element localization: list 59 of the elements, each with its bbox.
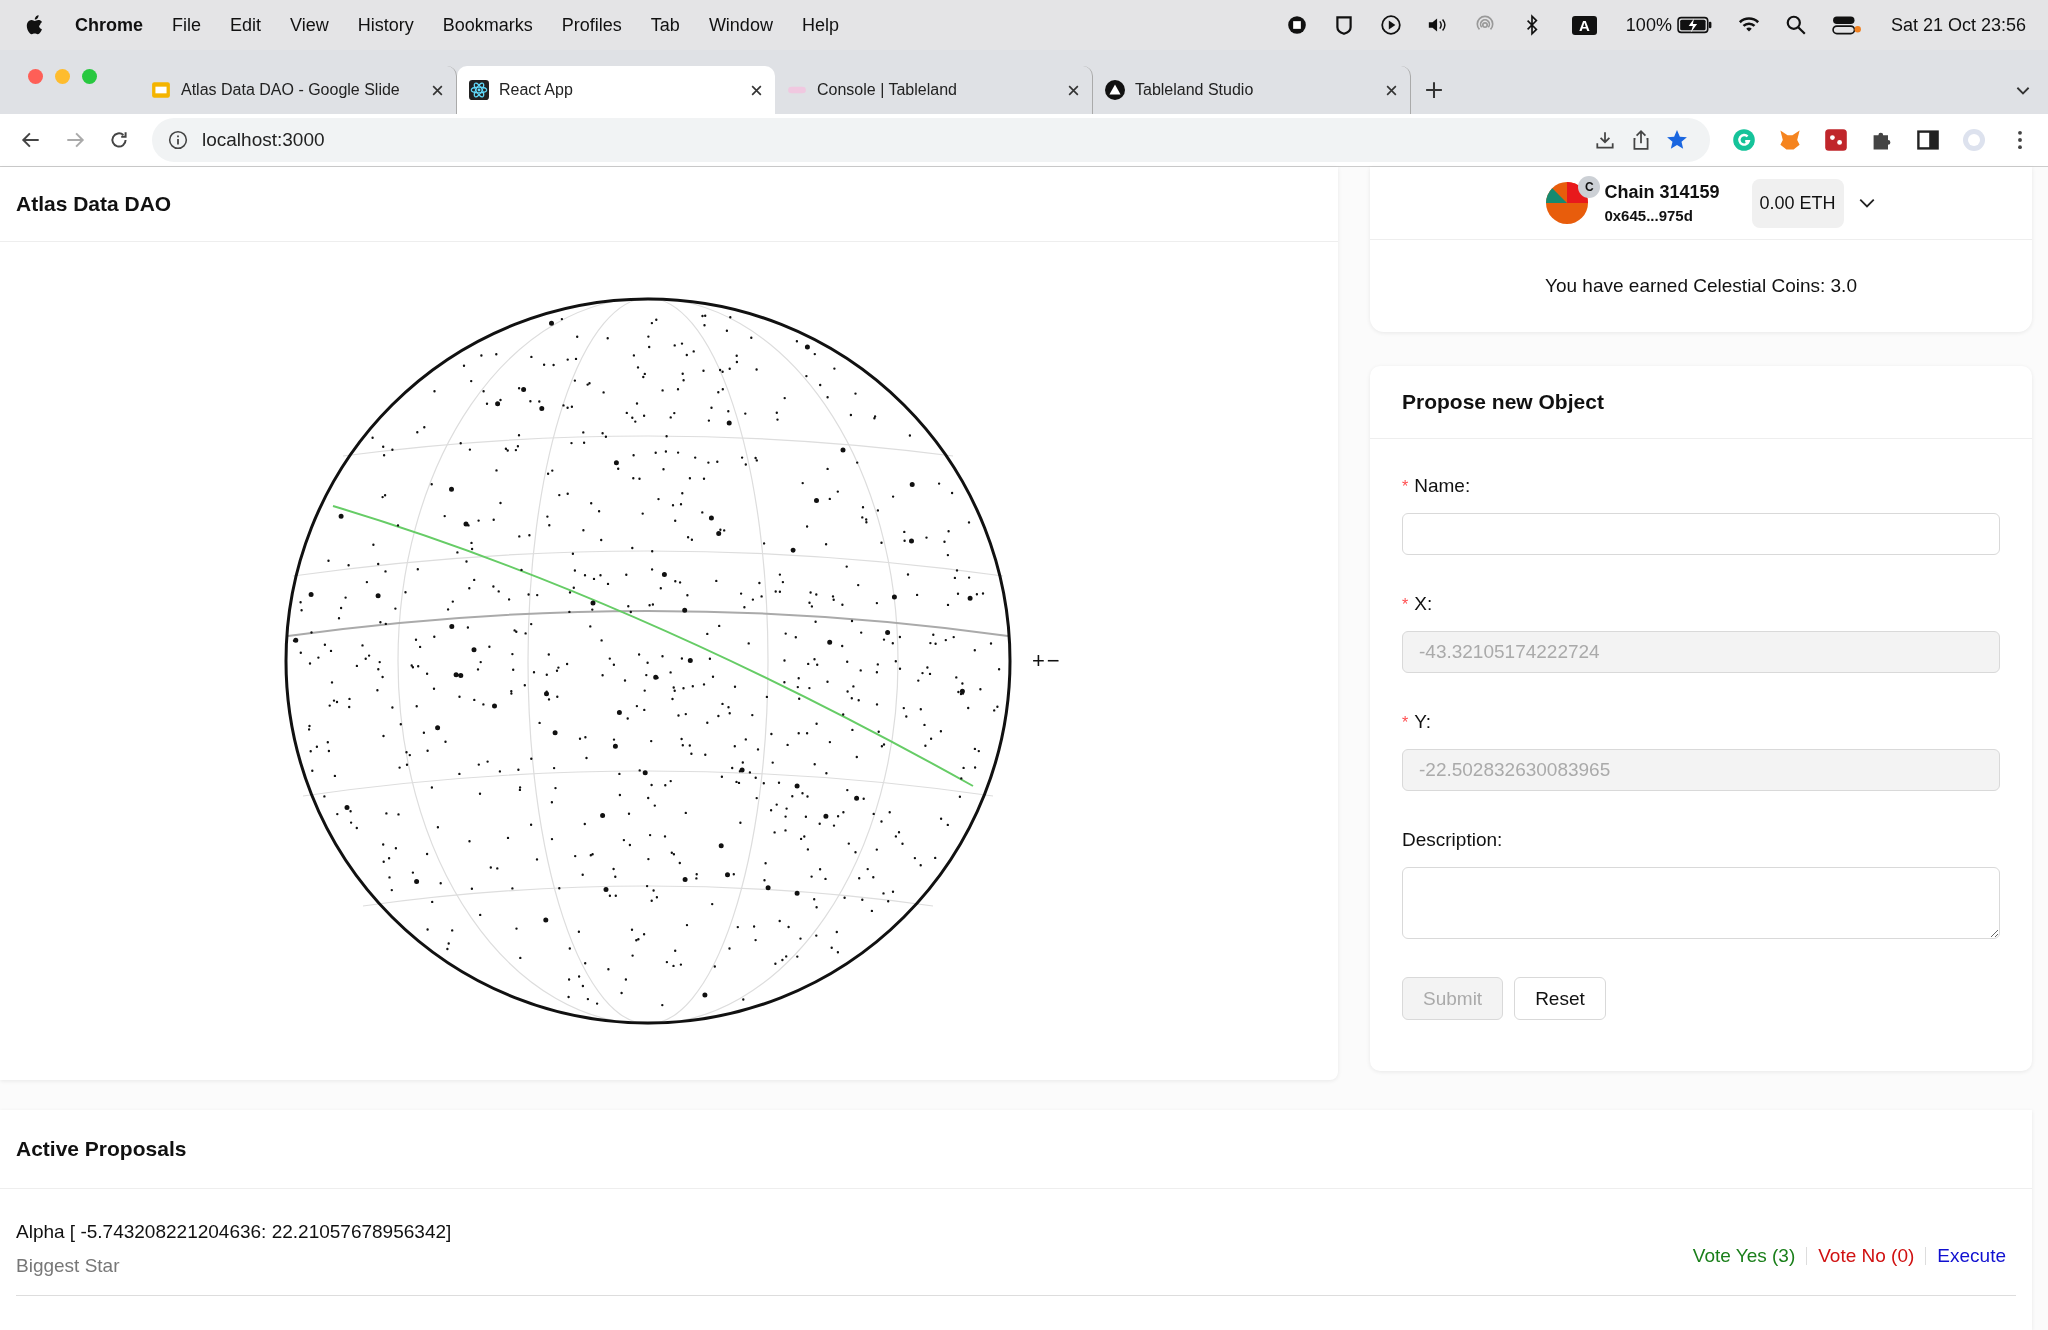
page-title: Atlas Data DAO [16, 192, 172, 216]
address-field[interactable]: localhost:3000 [152, 118, 1710, 162]
proposals-title: Active Proposals [16, 1137, 187, 1161]
star-icon[interactable] [1666, 129, 1688, 151]
field-label: Y: [1414, 711, 1432, 733]
wallet-address: 0x645...975d [1604, 207, 1694, 224]
menu-item[interactable]: Tab [650, 14, 680, 36]
new-tab-icon[interactable] [1425, 81, 1443, 99]
atom-icon [469, 80, 489, 100]
control-center-icon[interactable] [1831, 14, 1862, 36]
zoom-out-button[interactable]: − [1045, 650, 1061, 672]
battery-icon[interactable] [1676, 15, 1713, 35]
action-link[interactable]: Vote Yes (3) [1692, 1245, 1796, 1267]
menu-item[interactable]: History [357, 14, 414, 36]
info-icon [168, 130, 188, 150]
input-field[interactable] [1402, 513, 2000, 555]
shield-icon[interactable] [1333, 14, 1355, 36]
avatar-badge: C [1578, 176, 1601, 198]
balance-button[interactable]: 0.00 ETH [1751, 178, 1844, 228]
action-link[interactable]: Execute [1937, 1245, 2006, 1267]
search-icon[interactable] [1784, 14, 1807, 36]
side-panel-icon[interactable] [1916, 128, 1940, 152]
field-label: Description: [1402, 829, 1503, 851]
clock[interactable]: Sat 21 Oct 23:56 [1890, 14, 2026, 36]
proposal-title: Alpha [ -5.743208221204636: 22.21057678956342] [16, 1221, 453, 1243]
puzzle-game-icon[interactable] [1824, 128, 1848, 152]
reload-icon[interactable] [108, 129, 130, 151]
required-marker: * [1402, 596, 1409, 614]
browser-tab[interactable]: React App [457, 66, 775, 114]
menu-item[interactable]: Bookmarks [442, 14, 533, 36]
input-source-indicator[interactable]: A [1572, 15, 1597, 35]
proposal-description: Biggest Star [16, 1255, 121, 1277]
earned-coins-text: You have earned Celestial Coins: 3.0 [1544, 274, 1858, 298]
action-link[interactable]: Vote No (0) [1818, 1245, 1915, 1267]
app-menu[interactable]: Chrome [75, 14, 143, 36]
chain-name: Chain 314159 [1604, 182, 1720, 203]
required-marker: * [1402, 714, 1409, 732]
close-icon[interactable] [1067, 83, 1080, 97]
field-label: X: [1414, 593, 1433, 615]
menu-item[interactable]: Help [801, 14, 839, 36]
form-title: Propose new Object [1402, 390, 1604, 414]
record-icon[interactable] [1286, 14, 1308, 36]
menu-item[interactable]: View [290, 14, 329, 36]
menu-item[interactable]: File [172, 14, 202, 36]
menu-item[interactable]: Edit [230, 14, 262, 36]
download-icon[interactable] [1594, 129, 1616, 151]
close-icon[interactable] [750, 83, 763, 97]
slides-icon [151, 80, 171, 100]
menu-item[interactable]: Profiles [561, 14, 622, 36]
reset-button[interactable]: Reset [1514, 977, 1606, 1020]
zoom-in-button[interactable]: + [1031, 650, 1046, 672]
fox-icon[interactable] [1778, 128, 1802, 152]
close-icon[interactable] [431, 83, 444, 97]
required-marker: * [1402, 478, 1409, 496]
play-icon[interactable] [1380, 14, 1402, 36]
battery-percentage: 100% [1625, 14, 1672, 36]
close-icon[interactable] [1385, 83, 1398, 97]
field-label: Name: [1414, 475, 1471, 497]
menu-item[interactable]: Window [708, 14, 773, 36]
